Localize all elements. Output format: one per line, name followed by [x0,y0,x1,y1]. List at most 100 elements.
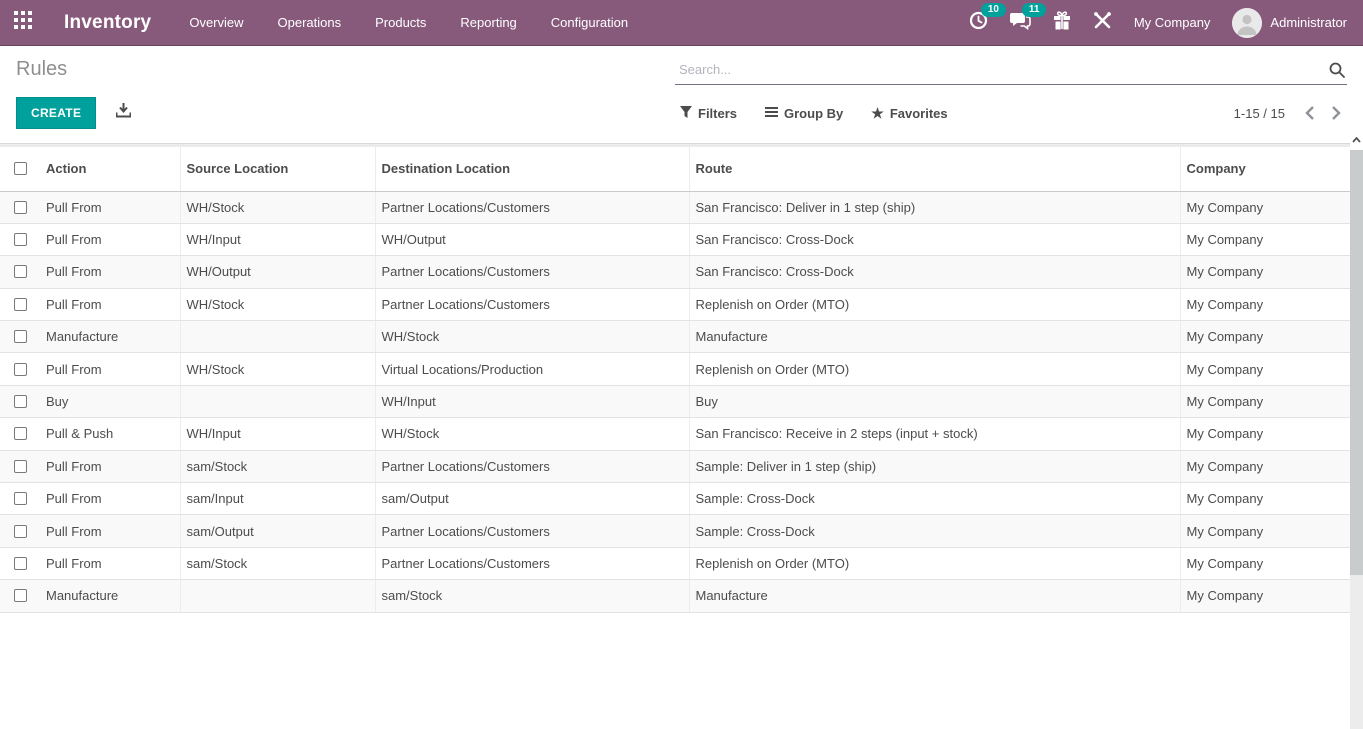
cell-action[interactable]: Manufacture [40,580,180,612]
cell-company[interactable]: My Company [1180,288,1350,320]
menu-operations[interactable]: Operations [276,11,344,34]
cell-company[interactable]: My Company [1180,191,1350,223]
row-checkbox[interactable] [14,201,27,214]
activities-button[interactable]: 10 [969,11,988,35]
column-header-destination-location[interactable]: Destination Location [375,147,689,191]
table-row[interactable]: Manufacture WH/Stock Manufacture My Comp… [0,321,1350,353]
cell-action[interactable]: Pull From [40,515,180,547]
cell-company[interactable]: My Company [1180,580,1350,612]
cell-action[interactable]: Pull From [40,450,180,482]
cell-source-location[interactable] [180,321,375,353]
cell-source-location[interactable] [180,580,375,612]
cell-action[interactable]: Pull From [40,353,180,385]
cell-destination-location[interactable]: Partner Locations/Customers [375,515,689,547]
cell-route[interactable]: San Francisco: Deliver in 1 step (ship) [689,191,1180,223]
cell-source-location[interactable]: WH/Input [180,223,375,255]
row-checkbox[interactable] [14,233,27,246]
cell-company[interactable]: My Company [1180,450,1350,482]
cell-route[interactable]: Manufacture [689,321,1180,353]
cell-source-location[interactable]: WH/Stock [180,191,375,223]
table-row[interactable]: Pull From WH/Stock Partner Locations/Cus… [0,191,1350,223]
table-row[interactable]: Pull From WH/Stock Partner Locations/Cus… [0,288,1350,320]
row-checkbox[interactable] [14,363,27,376]
cell-source-location[interactable]: sam/Stock [180,450,375,482]
cell-route[interactable]: Sample: Cross-Dock [689,483,1180,515]
cell-destination-location[interactable]: Partner Locations/Customers [375,547,689,579]
cell-route[interactable]: Replenish on Order (MTO) [689,353,1180,385]
cell-route[interactable]: Sample: Cross-Dock [689,515,1180,547]
cell-route[interactable]: San Francisco: Cross-Dock [689,223,1180,255]
cell-destination-location[interactable]: Partner Locations/Customers [375,450,689,482]
cell-destination-location[interactable]: WH/Input [375,385,689,417]
menu-configuration[interactable]: Configuration [549,11,630,34]
search-icon[interactable] [1329,62,1345,83]
cell-action[interactable]: Pull From [40,223,180,255]
cell-destination-location[interactable]: WH/Output [375,223,689,255]
cell-destination-location[interactable]: WH/Stock [375,321,689,353]
table-row[interactable]: Pull From WH/Output Partner Locations/Cu… [0,256,1350,288]
cell-destination-location[interactable]: Partner Locations/Customers [375,256,689,288]
cell-route[interactable]: Replenish on Order (MTO) [689,547,1180,579]
cell-destination-location[interactable]: sam/Output [375,483,689,515]
cell-company[interactable]: My Company [1180,223,1350,255]
row-checkbox[interactable] [14,492,27,505]
menu-reporting[interactable]: Reporting [458,11,518,34]
cell-company[interactable]: My Company [1180,353,1350,385]
column-header-action[interactable]: Action [40,147,180,191]
messages-button[interactable]: 11 [1010,11,1031,35]
row-checkbox[interactable] [14,525,27,538]
table-row[interactable]: Pull From WH/Stock Virtual Locations/Pro… [0,353,1350,385]
cell-company[interactable]: My Company [1180,418,1350,450]
cell-action[interactable]: Pull From [40,483,180,515]
scrollbar-thumb[interactable] [1350,150,1363,575]
cell-route[interactable]: Buy [689,385,1180,417]
cell-action[interactable]: Pull From [40,191,180,223]
favorites-button[interactable]: ★ Favorites [871,105,947,122]
cell-company[interactable]: My Company [1180,321,1350,353]
row-checkbox[interactable] [14,589,27,602]
row-checkbox[interactable] [14,330,27,343]
table-row[interactable]: Pull From WH/Input WH/Output San Francis… [0,223,1350,255]
table-row[interactable]: Buy WH/Input Buy My Company [0,385,1350,417]
table-row[interactable]: Pull From sam/Output Partner Locations/C… [0,515,1350,547]
column-header-route[interactable]: Route [689,147,1180,191]
cell-company[interactable]: My Company [1180,547,1350,579]
cell-action[interactable]: Pull From [40,288,180,320]
search-input[interactable] [675,56,1347,85]
pager-previous-button[interactable] [1299,104,1321,122]
menu-products[interactable]: Products [373,11,428,34]
column-header-source-location[interactable]: Source Location [180,147,375,191]
cell-action[interactable]: Buy [40,385,180,417]
row-checkbox[interactable] [14,557,27,570]
cell-route[interactable]: San Francisco: Receive in 2 steps (input… [689,418,1180,450]
cell-company[interactable]: My Company [1180,385,1350,417]
cell-action[interactable]: Pull From [40,256,180,288]
app-title[interactable]: Inventory [64,12,151,34]
create-button[interactable]: CREATE [16,97,96,129]
cell-destination-location[interactable]: Virtual Locations/Production [375,353,689,385]
table-row[interactable]: Pull From sam/Stock Partner Locations/Cu… [0,547,1350,579]
table-row[interactable]: Pull From sam/Stock Partner Locations/Cu… [0,450,1350,482]
table-row[interactable]: Pull & Push WH/Input WH/Stock San Franci… [0,418,1350,450]
table-row[interactable]: Manufacture sam/Stock Manufacture My Com… [0,580,1350,612]
cell-route[interactable]: San Francisco: Cross-Dock [689,256,1180,288]
scrollbar-up-button[interactable] [1350,130,1363,150]
select-all-checkbox[interactable] [14,162,27,175]
cell-source-location[interactable]: WH/Output [180,256,375,288]
user-menu[interactable]: Administrator [1232,8,1347,38]
pager-next-button[interactable] [1325,104,1347,122]
scrollbar-track[interactable] [1350,575,1363,729]
cell-source-location[interactable]: WH/Stock [180,353,375,385]
gift-button[interactable] [1053,11,1071,35]
menu-overview[interactable]: Overview [187,11,245,34]
cell-route[interactable]: Replenish on Order (MTO) [689,288,1180,320]
cell-action[interactable]: Pull From [40,547,180,579]
export-button[interactable] [116,103,131,123]
apps-menu-button[interactable] [0,0,46,46]
cell-source-location[interactable]: sam/Stock [180,547,375,579]
cell-source-location[interactable]: sam/Input [180,483,375,515]
cell-source-location[interactable] [180,385,375,417]
filters-button[interactable]: Filters [680,106,737,121]
cell-destination-location[interactable]: WH/Stock [375,418,689,450]
cell-company[interactable]: My Company [1180,483,1350,515]
